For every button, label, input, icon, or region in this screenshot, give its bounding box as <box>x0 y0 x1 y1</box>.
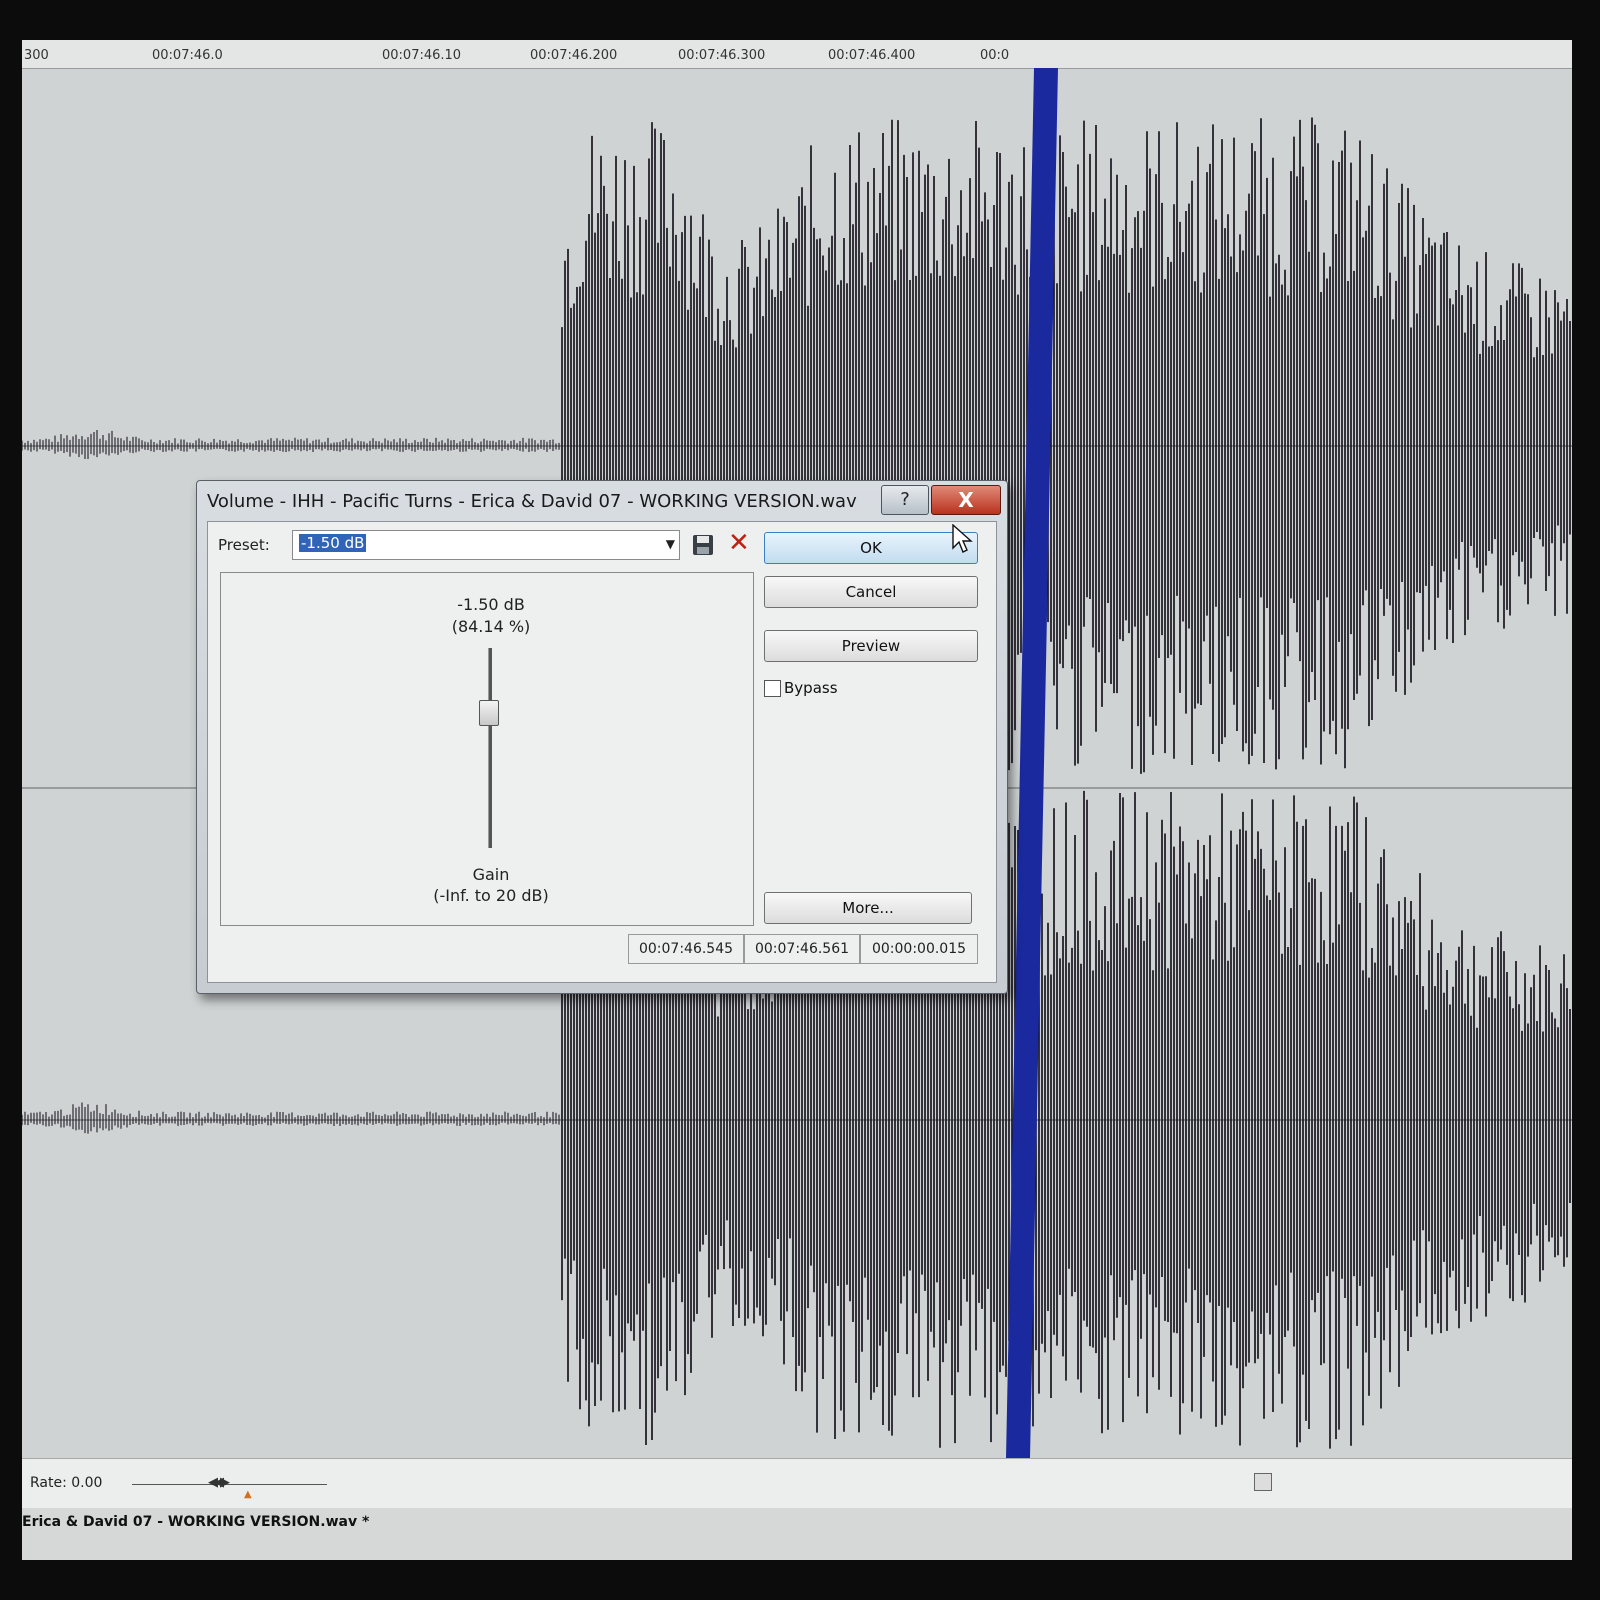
ruler-tick: 00:0 <box>980 48 1010 63</box>
ruler-tick: 00:07:46.0 <box>152 48 223 63</box>
ruler-tick: 00:07:46.10 <box>382 48 462 63</box>
bypass-label[interactable]: Bypass <box>784 679 838 697</box>
file-tab[interactable]: Erica & David 07 - WORKING VERSION.wav * <box>22 1514 369 1530</box>
preset-dropdown[interactable]: -1.50 dB ▼ <box>292 530 680 560</box>
gain-percent-value: (84.14 %) <box>451 617 531 636</box>
gain-range-label: (-Inf. to 20 dB) <box>433 886 549 905</box>
bypass-checkbox[interactable] <box>764 680 781 697</box>
gain-label: Gain <box>472 865 510 884</box>
rate-marker-icon: ▲ <box>244 1489 252 1500</box>
selection-start-time: 00:07:46.545 <box>628 934 744 964</box>
preview-button[interactable]: Preview <box>764 630 978 662</box>
dialog-body: Preset: -1.50 dB ▼ ✕ -1.50 dB (84.14 %) … <box>207 521 997 983</box>
timeline-ruler[interactable]: 300 00:07:46.0 00:07:46.10 00:07:46.200 … <box>22 40 1572 69</box>
gain-db-value: -1.50 dB <box>457 595 525 614</box>
preset-value[interactable]: -1.50 dB <box>299 534 367 552</box>
ruler-tick: 00:07:46.400 <box>828 48 916 63</box>
dialog-title: Volume - IHH - Pacific Turns - Erica & D… <box>207 491 857 512</box>
preset-label: Preset: <box>218 536 270 554</box>
delete-preset-icon[interactable]: ✕ <box>728 528 750 558</box>
ruler-tick: 00:07:46.200 <box>530 48 618 63</box>
close-button[interactable]: X <box>931 485 1001 515</box>
gain-panel: -1.50 dB (84.14 %) Gain (-Inf. to 20 dB) <box>220 572 754 926</box>
file-tab-bar: Erica & David 07 - WORKING VERSION.wav * <box>22 1508 1572 1560</box>
ok-button[interactable]: OK <box>764 532 978 564</box>
ruler-tick: 300 <box>24 48 49 63</box>
selection-length-time: 00:00:00.015 <box>860 934 978 964</box>
floppy-disk-icon[interactable] <box>692 534 714 556</box>
status-bar: Rate: 0.00 ◀◀▶ ▲ <box>22 1458 1572 1509</box>
meter-icon[interactable] <box>1254 1473 1272 1491</box>
help-button[interactable]: ? <box>881 485 929 515</box>
rate-slider-track[interactable] <box>132 1484 327 1485</box>
mouse-pointer-icon <box>952 524 973 553</box>
selection-end-time: 00:07:46.561 <box>744 934 860 964</box>
chevron-down-icon[interactable]: ▼ <box>666 537 675 551</box>
ruler-tick: 00:07:46.300 <box>678 48 766 63</box>
gain-slider-thumb[interactable] <box>479 700 499 726</box>
rate-slider-thumb[interactable]: ◀◀▶ <box>208 1475 230 1490</box>
gain-slider-track[interactable] <box>488 648 492 848</box>
rate-label: Rate: 0.00 <box>30 1475 103 1491</box>
more-button[interactable]: More... <box>764 892 972 924</box>
volume-dialog: Volume - IHH - Pacific Turns - Erica & D… <box>196 480 1008 994</box>
cancel-button[interactable]: Cancel <box>764 576 978 608</box>
